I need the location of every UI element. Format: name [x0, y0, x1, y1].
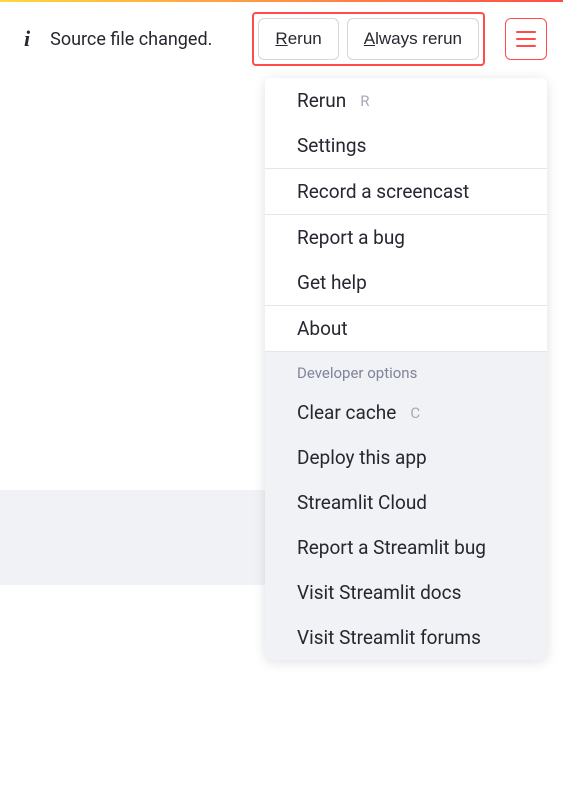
developer-section: Developer options Clear cache C Deploy t… — [265, 352, 547, 660]
menu-item-label: Deploy this app — [297, 446, 427, 469]
shortcut-key: R — [360, 92, 369, 110]
menu-item-visit-forums[interactable]: Visit Streamlit forums — [265, 615, 547, 660]
always-rerun-prefix: A — [364, 29, 375, 48]
always-rerun-label: lways rerun — [375, 29, 462, 48]
menu-item-about[interactable]: About — [265, 306, 547, 351]
menu-section-4: About — [265, 306, 547, 352]
rerun-label: erun — [288, 29, 322, 48]
menu-item-deploy-app[interactable]: Deploy this app — [265, 435, 547, 480]
highlight-box: Rerun Always rerun — [252, 12, 485, 66]
menu-item-label: Record a screencast — [297, 180, 469, 203]
menu-item-label: About — [297, 317, 348, 340]
menu-item-get-help[interactable]: Get help — [265, 260, 547, 305]
menu-item-clear-cache[interactable]: Clear cache C — [265, 390, 547, 435]
menu-item-streamlit-cloud[interactable]: Streamlit Cloud — [265, 480, 547, 525]
menu-item-label: Visit Streamlit forums — [297, 626, 481, 649]
hamburger-menu-button[interactable] — [505, 18, 547, 60]
menu-item-rerun[interactable]: Rerun R — [265, 78, 547, 123]
shortcut-key: C — [410, 404, 420, 422]
developer-options-header: Developer options — [265, 352, 547, 390]
menu-item-label: Report a bug — [297, 226, 405, 249]
menu-item-label: Rerun — [297, 89, 346, 112]
menu-item-visit-docs[interactable]: Visit Streamlit docs — [265, 570, 547, 615]
menu-item-report-streamlit-bug[interactable]: Report a Streamlit bug — [265, 525, 547, 570]
rerun-button[interactable]: Rerun — [258, 18, 338, 60]
menu-item-report-bug[interactable]: Report a bug — [265, 215, 547, 260]
info-icon: i — [16, 26, 38, 52]
menu-section-3: Report a bug Get help — [265, 215, 547, 306]
menu-item-label: Visit Streamlit docs — [297, 581, 461, 604]
menu-item-label: Get help — [297, 271, 367, 294]
rerun-prefix: R — [275, 29, 287, 48]
source-changed-text: Source file changed. — [50, 29, 240, 50]
menu-item-settings[interactable]: Settings — [265, 123, 547, 168]
header: i Source file changed. Rerun Always reru… — [0, 0, 563, 78]
menu-section-2: Record a screencast — [265, 169, 547, 215]
hamburger-icon — [516, 31, 536, 47]
menu-item-label: Clear cache — [297, 401, 396, 424]
top-accent-bar — [0, 0, 563, 2]
menu-item-record-screencast[interactable]: Record a screencast — [265, 169, 547, 214]
background-band — [0, 490, 265, 585]
menu-item-label: Report a Streamlit bug — [297, 536, 486, 559]
menu-item-label: Settings — [297, 134, 366, 157]
always-rerun-button[interactable]: Always rerun — [347, 18, 479, 60]
dropdown-menu: Rerun R Settings Record a screencast Rep… — [265, 78, 547, 660]
menu-item-label: Streamlit Cloud — [297, 491, 427, 514]
menu-section-1: Rerun R Settings — [265, 78, 547, 169]
